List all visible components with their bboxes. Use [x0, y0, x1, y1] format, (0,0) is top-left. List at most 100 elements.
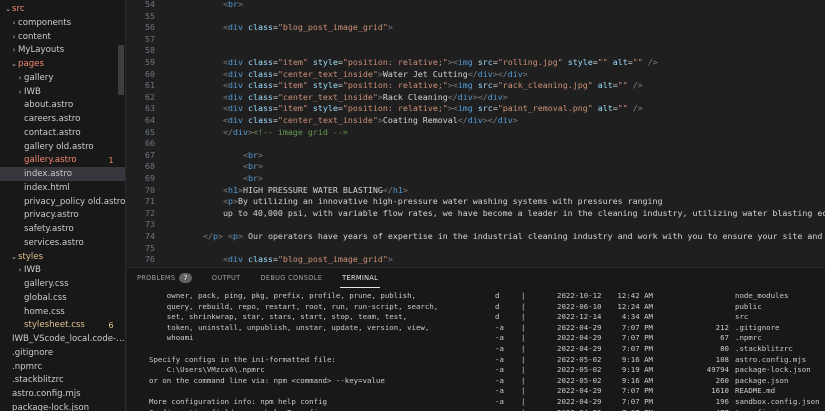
- tab-problems[interactable]: PROBLEMS 7: [127, 268, 202, 288]
- file-date: 2022-05-02: [557, 365, 602, 375]
- file-name: package-lock.json: [735, 365, 811, 375]
- terminal[interactable]: owner, pack, ping, pkg, prefix, profile,…: [127, 288, 825, 411]
- file-item-label: safety.astro: [24, 224, 74, 234]
- problem-count-badge: 6: [108, 320, 114, 330]
- file-item[interactable]: astro.config.mjs: [0, 387, 125, 401]
- code-token: br: [247, 161, 258, 172]
- code-token: ><: [447, 80, 458, 91]
- file-item[interactable]: index.html: [0, 181, 125, 195]
- code-token: </: [382, 184, 393, 195]
- tab-output[interactable]: OUTPUT: [202, 268, 251, 288]
- code-token: ><: [447, 57, 458, 67]
- folder-item[interactable]: › IWB: [0, 85, 125, 99]
- file-item[interactable]: safety.astro: [0, 222, 125, 236]
- terminal-line: query, rebuild, repo, restart, root, run…: [149, 301, 439, 311]
- file-mode: -a: [495, 386, 504, 396]
- file-name: node_modules: [735, 291, 789, 300]
- file-item[interactable]: .stackblitzrc: [0, 373, 125, 387]
- chevron-right-icon: ›: [18, 87, 22, 96]
- file-mode: -a: [495, 375, 504, 385]
- file-size: 196: [715, 397, 729, 406]
- code-token: style: [312, 103, 338, 114]
- chevron-down-icon: ⌄: [5, 5, 11, 13]
- code-token: class: [247, 68, 273, 79]
- chevron-down-icon: ⌄: [11, 60, 17, 68]
- file-item[interactable]: services.astro: [0, 236, 125, 250]
- code-token: div: [227, 80, 243, 91]
- code-token: "center_text_inside": [277, 91, 378, 102]
- file-item[interactable]: .gitignore: [0, 346, 125, 360]
- file-item-label: careers.astro: [24, 114, 81, 124]
- file-item-label: privacy_policy old.astro: [24, 196, 126, 207]
- code-token: style: [312, 57, 338, 67]
- code-token: "item": [277, 57, 308, 67]
- folder-item[interactable]: ⌄ src: [0, 2, 125, 16]
- file-item-label: services.astro: [24, 237, 84, 248]
- explorer-sidebar: ⌄ src › components › content › MyLayouts ⌄ pages ›…: [0, 0, 126, 411]
- file-time: 7:07 PM: [621, 397, 653, 406]
- file-item[interactable]: about.astro: [0, 98, 125, 112]
- file-item-label: gallery old.astro: [24, 141, 94, 152]
- code-text: <div class="blog_post_image_grid">: [163, 253, 393, 267]
- chevron-right-icon: ›: [18, 266, 22, 275]
- code-editor[interactable]: 54 <br> 55 56 <div class="blog_post_image_…: [127, 0, 825, 267]
- folder-item[interactable]: › components: [0, 16, 125, 30]
- code-token: class: [247, 254, 273, 265]
- file-mode: d: [495, 291, 500, 300]
- file-item[interactable]: stylesheet.css 6: [0, 318, 125, 332]
- file-item[interactable]: careers.astro: [0, 112, 125, 126]
- file-item[interactable]: privacy_policy old.astro: [0, 195, 126, 209]
- file-item-label: gallery: [24, 72, 54, 83]
- file-item[interactable]: IWB_VScode_local.code-wo...: [0, 332, 125, 346]
- code-token: div: [227, 254, 243, 265]
- code-token: alt: [612, 57, 628, 67]
- folder-item[interactable]: ⌄ styles: [0, 250, 125, 264]
- tab-terminal[interactable]: TERMINAL: [332, 268, 388, 288]
- code-token: style: [567, 57, 593, 67]
- code-token: >: [387, 254, 393, 265]
- code-token: ></: [492, 68, 508, 79]
- file-item[interactable]: gallery.astro 1: [0, 153, 125, 167]
- code-token: "position: relative;": [342, 57, 448, 67]
- file-size: 1610: [711, 386, 729, 396]
- file-name: .gitignore: [735, 322, 780, 332]
- code-token: />: [647, 57, 658, 67]
- terminal-line: C:\Users\VMzcx6\.npmrc: [149, 365, 265, 375]
- file-item-label: index.astro: [24, 169, 72, 179]
- file-size: [687, 312, 729, 323]
- file-item-label: .npmrc: [12, 361, 43, 372]
- code-token: div: [227, 68, 243, 79]
- folder-item[interactable]: › content: [0, 30, 125, 44]
- folder-item[interactable]: ⌄ pages: [0, 57, 125, 71]
- file-item-label: src: [12, 4, 25, 14]
- chevron-right-icon: ›: [12, 46, 16, 55]
- file-date: 2022-04-29: [557, 344, 602, 353]
- code-token: style: [312, 80, 338, 91]
- folder-item[interactable]: › gallery: [0, 71, 125, 85]
- file-mode: -a: [495, 344, 504, 353]
- folder-item[interactable]: › MyLayouts: [0, 43, 125, 57]
- file-size: 67: [720, 333, 729, 343]
- file-time: 7:07 PM: [621, 333, 653, 343]
- file-item[interactable]: package-lock.json: [0, 401, 125, 411]
- file-mode: -a: [495, 333, 504, 343]
- file-item[interactable]: global.css: [0, 291, 125, 305]
- file-item[interactable]: home.css: [0, 305, 125, 319]
- code-token: By utilizing an innovative high-pressure…: [237, 196, 663, 207]
- tab-debug-console[interactable]: DEBUG CONSOLE: [251, 268, 333, 288]
- file-item[interactable]: gallery.css: [0, 277, 125, 291]
- file-item[interactable]: index.astro: [0, 167, 125, 181]
- code-token: class: [247, 91, 273, 102]
- file-name: public: [735, 301, 762, 311]
- file-item[interactable]: privacy.astro: [0, 208, 125, 222]
- code-token: ><: [447, 103, 458, 114]
- file-item[interactable]: gallery old.astro: [0, 140, 125, 154]
- file-date: 2022-04-29: [557, 333, 602, 343]
- file-item[interactable]: .npmrc: [0, 360, 125, 374]
- file-date: 2022-05-02: [557, 354, 602, 364]
- folder-item[interactable]: › IWB: [0, 263, 125, 277]
- sidebar-scrollbar[interactable]: [118, 45, 124, 95]
- file-item[interactable]: contact.astro: [0, 126, 125, 140]
